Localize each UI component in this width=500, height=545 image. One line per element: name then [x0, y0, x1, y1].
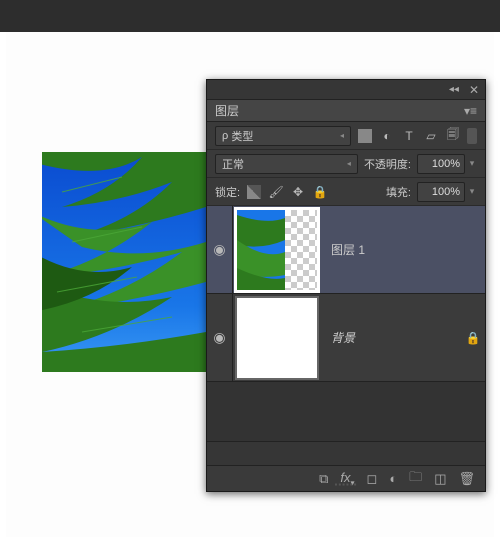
lock-row: 锁定: 🖌 ✥ 🔒 填充: 100% ▾ [207, 178, 485, 206]
delete-layer-icon[interactable]: 🗑 [458, 471, 475, 487]
layer-name: 图层 1 [331, 241, 461, 258]
filter-toggle[interactable] [467, 128, 477, 144]
close-icon[interactable]: ✕ [469, 83, 479, 97]
search-icon: ρ [222, 130, 228, 142]
lock-image-icon[interactable]: 🖌 [268, 184, 284, 200]
lock-all-icon[interactable]: 🔒 [312, 184, 328, 200]
filter-row: ρ 类型 ◂ ◐ T ▱ 🗐 [207, 122, 485, 150]
layer-thumbnail[interactable] [237, 210, 317, 290]
canvas-image [42, 152, 206, 372]
artboard: ◂◂ ✕ 图层 ▾≡ ρ 类型 ◂ ◐ T ▱ 🗐 正常 ◂ 不透明度: [6, 32, 494, 537]
chevron-updown-icon: ◂ [347, 160, 351, 168]
filter-shape-icon[interactable]: ▱ [423, 128, 439, 144]
filter-type-icon[interactable]: T [401, 128, 417, 144]
visibility-toggle[interactable]: ◉ [207, 206, 233, 293]
fill-input[interactable]: 100% [417, 182, 465, 202]
blend-mode-dropdown[interactable]: 正常 ◂ [215, 154, 358, 174]
eye-icon: ◉ [213, 241, 225, 258]
collapse-icon[interactable]: ◂◂ [449, 84, 459, 95]
panel-menu-icon[interactable]: ▾≡ [456, 104, 485, 118]
group-icon[interactable]: 🗀 [409, 468, 422, 490]
link-layers-icon[interactable]: ⧉ [319, 471, 328, 487]
opacity-label: 不透明度: [364, 156, 411, 172]
opacity-input[interactable]: 100% [417, 154, 465, 174]
filter-pixel-icon[interactable] [357, 128, 373, 144]
panel-footer: ⧉ fx▾ ◻ ◐ 🗀 ◫ 🗑 ▪▪▪▪▪▪ [207, 465, 485, 491]
lock-icon: 🔒 [461, 331, 485, 345]
lock-label: 锁定: [215, 184, 240, 200]
fill-flyout-icon[interactable]: ▾ [467, 186, 477, 197]
mask-icon[interactable]: ◻ [367, 471, 378, 487]
fill-label: 填充: [386, 184, 411, 200]
adjustment-layer-icon[interactable]: ◐ [389, 471, 397, 486]
panel-header: ◂◂ ✕ [207, 80, 485, 100]
panel-tabs: 图层 ▾≡ [207, 100, 485, 122]
layers-list: ◉ 图层 1 ◉ 背景 � [207, 206, 485, 454]
layer-name: 背景 [331, 329, 461, 346]
app-topbar [0, 0, 500, 32]
layer-row[interactable]: ◉ 背景 🔒 [207, 294, 485, 382]
blend-row: 正常 ◂ 不透明度: 100% ▾ [207, 150, 485, 178]
layers-empty-area [207, 382, 485, 442]
filter-label: 类型 [231, 128, 253, 144]
new-layer-icon[interactable]: ◫ [434, 471, 446, 487]
layer-row[interactable]: ◉ 图层 1 [207, 206, 485, 294]
layer-thumbnail[interactable] [237, 298, 317, 378]
filter-adjust-icon[interactable]: ◐ [379, 128, 395, 144]
eye-icon: ◉ [213, 329, 225, 346]
tab-layers[interactable]: 图层 [207, 102, 247, 119]
filter-type-dropdown[interactable]: ρ 类型 ◂ [215, 126, 351, 146]
filter-smart-icon[interactable]: 🗐 [445, 128, 461, 144]
layers-panel: ◂◂ ✕ 图层 ▾≡ ρ 类型 ◂ ◐ T ▱ 🗐 正常 ◂ 不透明度: [206, 79, 486, 492]
lock-position-icon[interactable]: ✥ [290, 184, 306, 200]
lock-transparent-icon[interactable] [246, 184, 262, 200]
blend-mode-value: 正常 [222, 156, 244, 172]
opacity-flyout-icon[interactable]: ▾ [467, 158, 477, 169]
visibility-toggle[interactable]: ◉ [207, 294, 233, 381]
chevron-updown-icon: ◂ [340, 132, 344, 140]
resize-grip[interactable]: ▪▪▪▪▪▪ [334, 480, 357, 489]
